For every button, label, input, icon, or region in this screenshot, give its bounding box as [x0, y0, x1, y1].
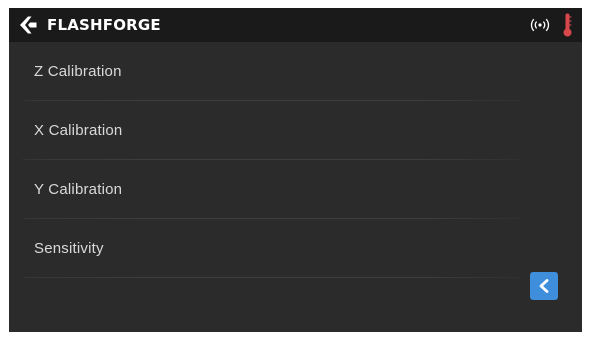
menu-item-x-calibration[interactable]: X Calibration	[9, 101, 582, 160]
menu-item-y-calibration[interactable]: Y Calibration	[9, 160, 582, 219]
status-icons	[529, 8, 572, 42]
chevron-left-icon	[539, 279, 549, 293]
thermometer-icon[interactable]	[563, 13, 572, 37]
menu-item-label: Z Calibration	[34, 63, 122, 80]
menu-item-z-calibration[interactable]: Z Calibration	[9, 42, 582, 101]
menu-item-label: Y Calibration	[34, 181, 123, 198]
wireless-signal-icon[interactable]	[529, 18, 551, 32]
calibration-menu: Z Calibration X Calibration Y Calibratio…	[9, 42, 582, 278]
back-button[interactable]	[530, 272, 558, 300]
menu-item-label: X Calibration	[34, 122, 123, 139]
status-bar: FLASHFORGE	[9, 8, 582, 42]
brand-name: FLASHFORGE	[47, 16, 161, 34]
brand-logo: FLASHFORGE	[18, 15, 161, 35]
menu-item-label: Sensitivity	[34, 240, 104, 257]
flashforge-logo-icon	[20, 16, 37, 34]
menu-item-sensitivity[interactable]: Sensitivity	[9, 219, 582, 278]
touchscreen: FLASHFORGE Z Calibration X Calibration Y…	[9, 8, 582, 332]
